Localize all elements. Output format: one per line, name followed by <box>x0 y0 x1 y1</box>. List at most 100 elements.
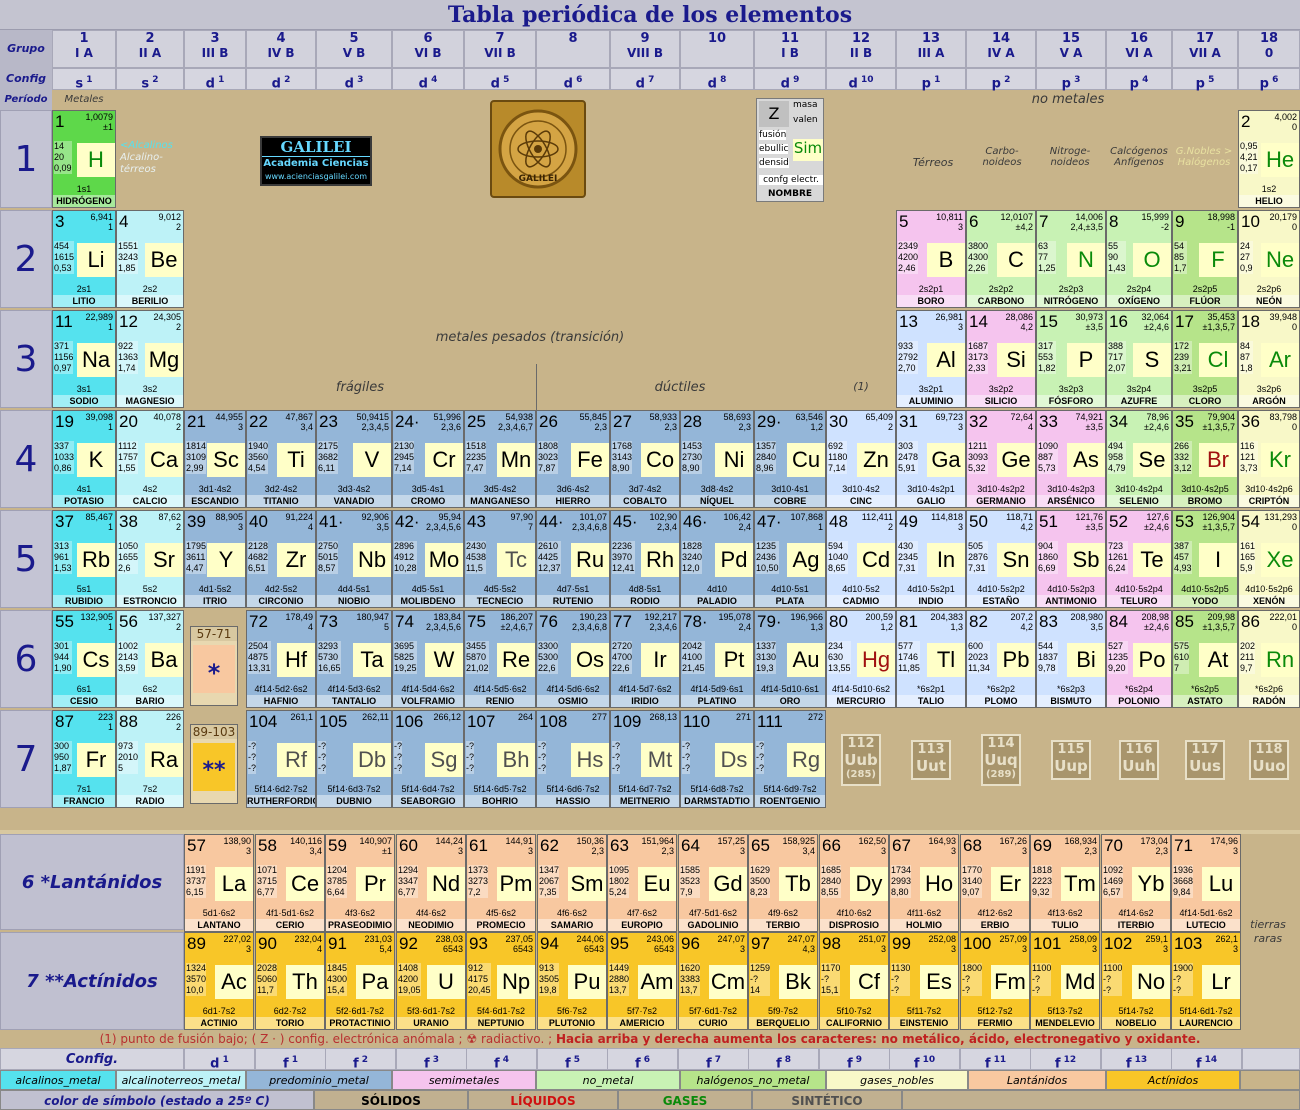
element-Al[interactable]: 13 26,981 3 933 2792 2,70 Al 3s2p1 ALUMINIO <box>896 310 966 408</box>
galilei-logo[interactable]: GALILEI Academia Ciencias www.acienciasg… <box>260 136 372 186</box>
element-K[interactable]: 19 39,098 1 337 1033 0,86 K 4s1 POTASIO <box>52 410 116 508</box>
element-Fe[interactable]: 26 55,845 2,3 1808 3023 7,87 Fe 3d6·4s2 HIERRO <box>536 410 610 508</box>
element-Uub[interactable]: 112 Uub (285) <box>841 734 881 786</box>
element-Zn[interactable]: 30 65,409 2 692 1180 7,14 Zn 3d10·4s2 CINC <box>826 410 896 508</box>
element-Uuo[interactable]: 118 Uuo <box>1249 740 1289 780</box>
lanthanide-placeholder[interactable]: 57-71 * <box>190 626 238 706</box>
element-Bk[interactable]: 97 247,07 4,3 1259 -? 14 Bk 5f9·7s2 BERQUELIO <box>748 932 818 1030</box>
element-Xe[interactable]: 54 131,293 0 161 165 5,9 Xe 4d10·5s2p6 XENÓN <box>1238 510 1300 608</box>
element-Uuq[interactable]: 114 Uuq (289) <box>981 734 1021 786</box>
element-Ar[interactable]: 18 39,948 0 84 87 1,8 Ar 3s2p6 ARGÓN <box>1238 310 1300 408</box>
element-Uut[interactable]: 113 Uut <box>911 740 951 780</box>
element-Mo[interactable]: 42· 95,94 2,3,4,5,6 2896 4912 10,28 Mo 4d5·5s1 M… <box>392 510 464 608</box>
element-As[interactable]: 33 74,921 ±3,5 1090 887 5,73 As 3d10·4s2p3 ARSÉN… <box>1036 410 1106 508</box>
element-F[interactable]: 9 18,998 -1 54 85 1,7 F 2s2p5 FLÚOR <box>1172 210 1238 308</box>
element-Au[interactable]: 79· 196,966 1,3 1337 3130 19,3 Au 4f14·5d10·6s1… <box>754 610 826 708</box>
element-Ag[interactable]: 47· 107,868 1 1235 2436 10,50 Ag 4d10·5s1 PLATA <box>754 510 826 608</box>
element-Pr[interactable]: 59 140,907 ±1 1204 3785 6,64 Pr 4f3·6s2 PRASEODI… <box>325 834 395 932</box>
element-Co[interactable]: 27 58,933 2,3 1768 3143 8,90 Co 3d7·4s2 COBALTO <box>610 410 680 508</box>
element-Na[interactable]: 11 22,989 1 371 1156 0,97 Na 3s1 SODIO <box>52 310 116 408</box>
element-Sg[interactable]: 106 266,12 -? -? -? Sg 5f14·6d4·7s2 SEABORGIO <box>392 710 464 808</box>
element-Ge[interactable]: 32 72,64 4 1211 3093 5,32 Ge 3d10·4s2p2 GERMANIO <box>966 410 1036 508</box>
element-Pm[interactable]: 61 144,91 3 1373 3273 7,2 Pm 4f5·6s2 PROMECIO <box>466 834 536 932</box>
element-Db[interactable]: 105 262,11 -? -? -? Db 5f14·6d3·7s2 DUBNIO <box>316 710 392 808</box>
element-Dy[interactable]: 66 162,50 3 1685 2840 8,55 Dy 4f10·6s2 DISPROSIO <box>819 834 889 932</box>
element-B[interactable]: 5 10,811 3 2349 4200 2,46 B 2s2p1 BORO <box>896 210 966 308</box>
element-Pu[interactable]: 94 244,06 6543 913 3505 19,8 Pu 5f6·7s2 PLUTONIO <box>537 932 607 1030</box>
element-Nb[interactable]: 41· 92,906 3,5 2750 5015 8,57 Nb 4d4·5s1 NIOBIO <box>316 510 392 608</box>
element-Md[interactable]: 101 258,09 3 1100 -? -? Md 5f13·7s2 MENDELEVIO <box>1030 932 1100 1030</box>
element-Cs[interactable]: 55 132,905 1 301 944 1,90 Cs 6s1 CESIO <box>52 610 116 708</box>
element-Li[interactable]: 3 6,941 1 454 1615 0,53 Li 2s1 LITIO <box>52 210 116 308</box>
element-Tb[interactable]: 65 158,925 3,4 1629 3500 8,23 Tb 4f9·6s2 TERBIO <box>748 834 818 932</box>
element-Sb[interactable]: 51 121,76 ±3,5 904 1860 6,69 Sb 4d10·5s2p3 ANTIM… <box>1036 510 1106 608</box>
element-O[interactable]: 8 15,999 -2 55 90 1,43 O 2s2p4 OXÍGENO <box>1106 210 1172 308</box>
element-Sr[interactable]: 38 87,62 2 1050 1655 2,6 Sr 5s2 ESTRONCIO <box>116 510 184 608</box>
element-N[interactable]: 7 14,006 2,4,±3,5 63 77 1,25 N 2s2p3 NITRÓGENO <box>1036 210 1106 308</box>
element-Ac[interactable]: 89 227,02 3 1324 3570 10,0 Ac 6d1·7s2 ACTINIO <box>184 932 254 1030</box>
element-Cf[interactable]: 98 251,07 3 1170 -? 15,1 Cf 5f10·7s2 CALIFORNIO <box>819 932 889 1030</box>
element-Ga[interactable]: 31 69,723 3 303 2478 5,91 Ga 3d10·4s2p1 GALIO <box>896 410 966 508</box>
element-Rn[interactable]: 86 222,01 0 202 211 9,7 Rn *6s2p6 RADÓN <box>1238 610 1300 708</box>
element-Hf[interactable]: 72 178,49 4 2504 4875 13,31 Hf 4f14·5d2·6s2 HAFN… <box>246 610 316 708</box>
element-Ti[interactable]: 22 47,867 3,4 1940 3560 4,54 Ti 3d2·4s2 TITANIO <box>246 410 316 508</box>
element-Uuh[interactable]: 116 Uuh <box>1119 740 1159 780</box>
element-W[interactable]: 74 183,84 2,3,4,5,6 3695 5825 19,25 W 4f14·5d4·… <box>392 610 464 708</box>
element-I[interactable]: 53 126,904 ±1,3,5,7 387 457 4,93 I 4d10·5s2p5 YO… <box>1172 510 1238 608</box>
element-Eu[interactable]: 63 151,964 2,3 1095 1802 5,24 Eu 4f7·6s2 EUROPIO <box>607 834 677 932</box>
element-Nd[interactable]: 60 144,24 3 1294 3347 6,77 Nd 4f4·6s2 NEODIMIO <box>396 834 466 932</box>
element-Sn[interactable]: 50 118,71 4,2 505 2876 7,31 Sn 4d10·5s2p2 ESTAÑO <box>966 510 1036 608</box>
element-Ca[interactable]: 20 40,078 2 1112 1757 1,55 Ca 4s2 CALCIO <box>116 410 184 508</box>
element-Ne[interactable]: 10 20,179 0 24 27 0,9 Ne 2s2p6 NEÓN <box>1238 210 1300 308</box>
element-Pd[interactable]: 46· 106,42 2,4 1828 3240 12,0 Pd 4d10 PALADIO <box>680 510 754 608</box>
element-Ra[interactable]: 88 226 2 973 2010 5 Ra 7s2 RADIO <box>116 710 184 808</box>
element-Rh[interactable]: 45· 102,90 2,3,4 2236 3970 12,41 Rh 4d8·5s1 RODI… <box>610 510 680 608</box>
element-Ba[interactable]: 56 137,327 2 1002 2143 3,59 Ba 6s2 BARIO <box>116 610 184 708</box>
element-Se[interactable]: 34 78,96 ±2,4,6 494 958 4,79 Se 3d10·4s2p4 SELEN… <box>1106 410 1172 508</box>
element-Ir[interactable]: 77 192,217 2,3,4,6 2720 4700 22,6 Ir 4f14·5d7·6… <box>610 610 680 708</box>
element-Yb[interactable]: 70 173,04 2,3 1092 1469 6,57 Yb 4f14·6s2 ITERBIO <box>1101 834 1171 932</box>
element-Pa[interactable]: 91 231,03 5,4 1845 4300 15,4 Pa 5f2·6d1·7s2 PROT… <box>325 932 395 1030</box>
element-Zr[interactable]: 40 91,224 4 2128 4682 6,51 Zr 4d2·5s2 CIRCONIO <box>246 510 316 608</box>
element-Hs[interactable]: 108 277 -? -? -? Hs 5f14·6d6·7s2 HASSIO <box>536 710 610 808</box>
element-Am[interactable]: 95 243,06 6543 1449 2880 13,7 Am 5f7·7s2 AMERICI… <box>607 932 677 1030</box>
element-Rf[interactable]: 104 261,1 -? -? -? Rf 5f14·6d2·7s2 RUTHERFORDIO <box>246 710 316 808</box>
element-Tc[interactable]: 43 97,90 7 2430 4538 11,5 Tc 4d5·5s2 TECNECIO <box>464 510 536 608</box>
element-Re[interactable]: 75 186,207 ±2,4,6,7 3455 5870 21,02 Re 4f14·5d5… <box>464 610 536 708</box>
element-Sc[interactable]: 21 44,955 3 1814 3109 2,99 Sc 3d1·4s2 ESCANDIO <box>184 410 246 508</box>
element-Cu[interactable]: 29· 63,546 1,2 1357 2840 8,96 Cu 3d10·4s1 COBRE <box>754 410 826 508</box>
element-Te[interactable]: 52 127,6 ±2,4,6 723 1261 6,24 Te 4d10·5s2p4 TELU… <box>1106 510 1172 608</box>
element-Cr[interactable]: 24· 51,996 2,3,6 2130 2945 7,14 Cr 3d5·4s1 CROMO <box>392 410 464 508</box>
element-At[interactable]: 85 209,98 ±1,3,5,7 575 610 7 At *6s2p5 ASTATO <box>1172 610 1238 708</box>
element-Th[interactable]: 90 232,04 4 2028 5060 11,7 Th 6d2·7s2 TORIO <box>255 932 325 1030</box>
element-Rg[interactable]: 111 272 -? -? -? Rg 5f14·6d9·7s2 ROENTGENIO <box>754 710 826 808</box>
element-Cl[interactable]: 17 35,453 ±1,3,5,7 172 239 3,21 Cl 3s2p5 CLORO <box>1172 310 1238 408</box>
element-Tm[interactable]: 69 168,934 2,3 1818 2223 9,32 Tm 4f13·6s2 TULIO <box>1030 834 1100 932</box>
element-Ds[interactable]: 110 271 -? -? -? Ds 5f14·6d8·7s2 DARMSTADTIO <box>680 710 754 808</box>
element-Es[interactable]: 99 252,08 3 1130 -? -? Es 5f11·7s2 EINSTENIO <box>889 932 959 1030</box>
element-U[interactable]: 92 238,03 6543 1408 4200 19,05 U 5f3·6d1·7s2 URA… <box>396 932 466 1030</box>
element-Po[interactable]: 84 208,98 ±2,4,6 527 1235 9,20 Po *6s2p4 POLONIO <box>1106 610 1172 708</box>
element-Mg[interactable]: 12 24,305 2 922 1363 1,74 Mg 3s2 MAGNESIO <box>116 310 184 408</box>
element-La[interactable]: 57 138,90 3 1191 3737 6,15 La 5d1·6s2 LANTANO <box>184 834 254 932</box>
element-Pb[interactable]: 82 207,2 4,2 600 2023 11,34 Pb *6s2p2 PLOMO <box>966 610 1036 708</box>
element-Fm[interactable]: 100 257,09 3 1800 -? -? Fm 5f12·7s2 FERMIO <box>960 932 1030 1030</box>
element-C[interactable]: 6 12,0107 ±4,2 3800 4300 2,26 C 2s2p2 CARBONO <box>966 210 1036 308</box>
element-In[interactable]: 49 114,818 3 430 2345 7,31 In 4d10·5s2p1 INDIO <box>896 510 966 608</box>
element-Ta[interactable]: 73 180,947 5 3293 5730 16,65 Ta 4f14·5d3·6s2 TAN… <box>316 610 392 708</box>
element-Uus[interactable]: 117 Uus <box>1185 740 1225 780</box>
element-Cd[interactable]: 48 112,411 2 594 1040 8,65 Cd 4d10·5s2 CADMIO <box>826 510 896 608</box>
element-P[interactable]: 15 30,973 ±3,5 317 553 1,82 P 3s2p3 FÓSFORO <box>1036 310 1106 408</box>
element-Uup[interactable]: 115 Uup <box>1051 740 1091 780</box>
element-Ce[interactable]: 58 140,116 3,4 1071 3715 6,77 Ce 4f1·5d1·6s2 CER… <box>255 834 325 932</box>
element-Be[interactable]: 4 9,012 2 1551 3243 1,85 Be 2s2 BERILIO <box>116 210 184 308</box>
element-Cm[interactable]: 96 247,07 3 1620 3383 13,7 Cm 5f7·6d1·7s2 CURIO <box>678 932 748 1030</box>
element-Tl[interactable]: 81 204,383 1,3 577 1746 11,85 Tl *6s2p1 TALIO <box>896 610 966 708</box>
actinide-placeholder[interactable]: 89-103 ** <box>190 724 238 804</box>
galilei-seal-logo[interactable]: GALILEI <box>490 100 586 198</box>
element-Ni[interactable]: 28 58,693 2,3 1453 2730 8,90 Ni 3d8·4s2 NÍQUEL <box>680 410 754 508</box>
element-V[interactable]: 23 50,9415 2,3,4,5 2175 3682 6,11 V 3d3·4s2 VANA… <box>316 410 392 508</box>
element-Lu[interactable]: 71 174,96 3 1936 3668 9,84 Lu 4f14·5d1·6s2 LUTEC… <box>1171 834 1241 932</box>
element-Os[interactable]: 76 190,23 2,3,4,6,8 3300 5300 22,6 Os 4f14·5d6·… <box>536 610 610 708</box>
element-Er[interactable]: 68 167,26 3 1770 3140 9,07 Er 4f12·6s2 ERBIO <box>960 834 1030 932</box>
